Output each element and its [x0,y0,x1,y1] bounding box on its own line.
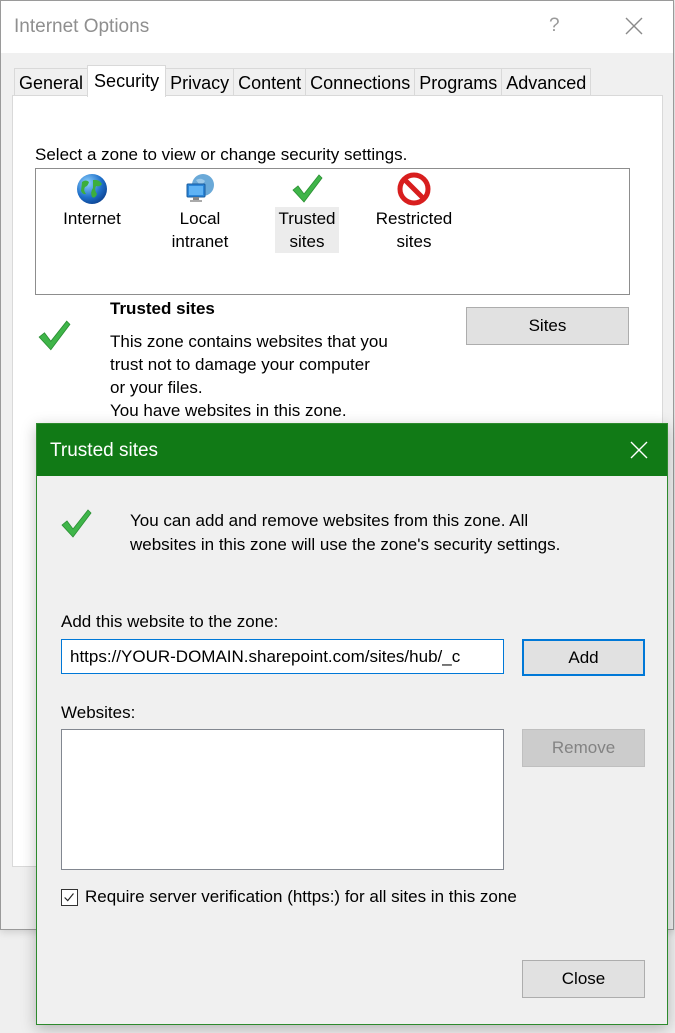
zone-label: Local intranet [169,207,232,253]
zone-label: Restricted sites [373,207,456,253]
add-button[interactable]: Add [522,639,645,676]
zone-desc-line: or your files. [110,378,203,397]
dialog-title: Trusted sites [50,440,159,461]
zone-label: Internet [63,209,121,228]
zone-info-description: This zone contains websites that you tru… [110,330,430,422]
window-title: Internet Options [14,16,150,37]
help-button[interactable]: ? [549,15,560,37]
zone-label-line1: Local [179,209,221,228]
close-icon[interactable] [630,441,648,459]
require-verification-checkbox[interactable] [61,888,78,906]
dialog-message: You can add and remove websites from thi… [130,509,630,557]
tab-programs[interactable]: Programs [414,68,503,96]
zone-internet[interactable]: Internet [54,169,130,230]
zone-label-line1: Trusted [278,209,336,228]
require-verification-option[interactable]: Require server verification (https:) for… [61,887,517,907]
trusted-checkmark-icon [38,320,71,351]
zone-desc-line: You have websites in this zone. [110,401,347,420]
checkmark-icon [292,174,323,203]
tab-general[interactable]: General [14,68,89,96]
tab-connections[interactable]: Connections [305,68,416,96]
website-url-input[interactable] [61,639,504,674]
local-intranet-icon [186,174,214,202]
zone-desc-line: trust not to damage your computer [110,355,370,374]
globe-icon [77,174,107,204]
tab-security[interactable]: Security [87,65,167,97]
close-button[interactable]: Close [522,960,645,998]
remove-button[interactable]: Remove [522,729,645,767]
tab-strip: General Security Privacy Content Connect… [14,65,592,97]
require-verification-label: Require server verification (https:) for… [85,887,517,906]
tab-content[interactable]: Content [233,68,307,96]
zone-desc-line: This zone contains websites that you [110,332,388,351]
zone-info-title: Trusted sites [110,299,215,318]
websites-list[interactable] [61,729,504,870]
zone-label: Trusted sites [275,207,339,253]
checkmark-icon [61,509,92,538]
close-icon[interactable] [623,15,645,37]
tab-privacy[interactable]: Privacy [165,68,235,96]
zone-label-line2: sites [289,232,325,251]
zone-local-intranet[interactable]: Local intranet [162,169,238,253]
zone-label-line2: intranet [171,232,229,251]
restricted-icon [397,172,431,206]
add-website-label: Add this website to the zone: [61,612,279,631]
zone-label-line1: Restricted [375,209,453,228]
zone-label-line2: sites [396,232,432,251]
zone-list: Internet Local intranet Trusted sites Rest… [35,168,630,295]
sites-button[interactable]: Sites [466,307,629,345]
title-bar: Internet Options ? [1,1,673,53]
zone-prompt: Select a zone to view or change security… [35,145,408,164]
dialog-message-line: websites in this zone will use the zone'… [130,535,561,554]
tab-advanced[interactable]: Advanced [501,68,592,96]
zone-trusted-sites[interactable]: Trusted sites [270,169,344,253]
zone-restricted-sites[interactable]: Restricted sites [368,169,460,253]
trusted-sites-dialog: Trusted sites You can add and remove web… [36,423,668,1025]
checkbox-check-icon [64,892,74,901]
websites-label: Websites: [61,703,136,722]
dialog-title-bar: Trusted sites [37,424,667,476]
dialog-message-line: You can add and remove websites from thi… [130,511,529,530]
